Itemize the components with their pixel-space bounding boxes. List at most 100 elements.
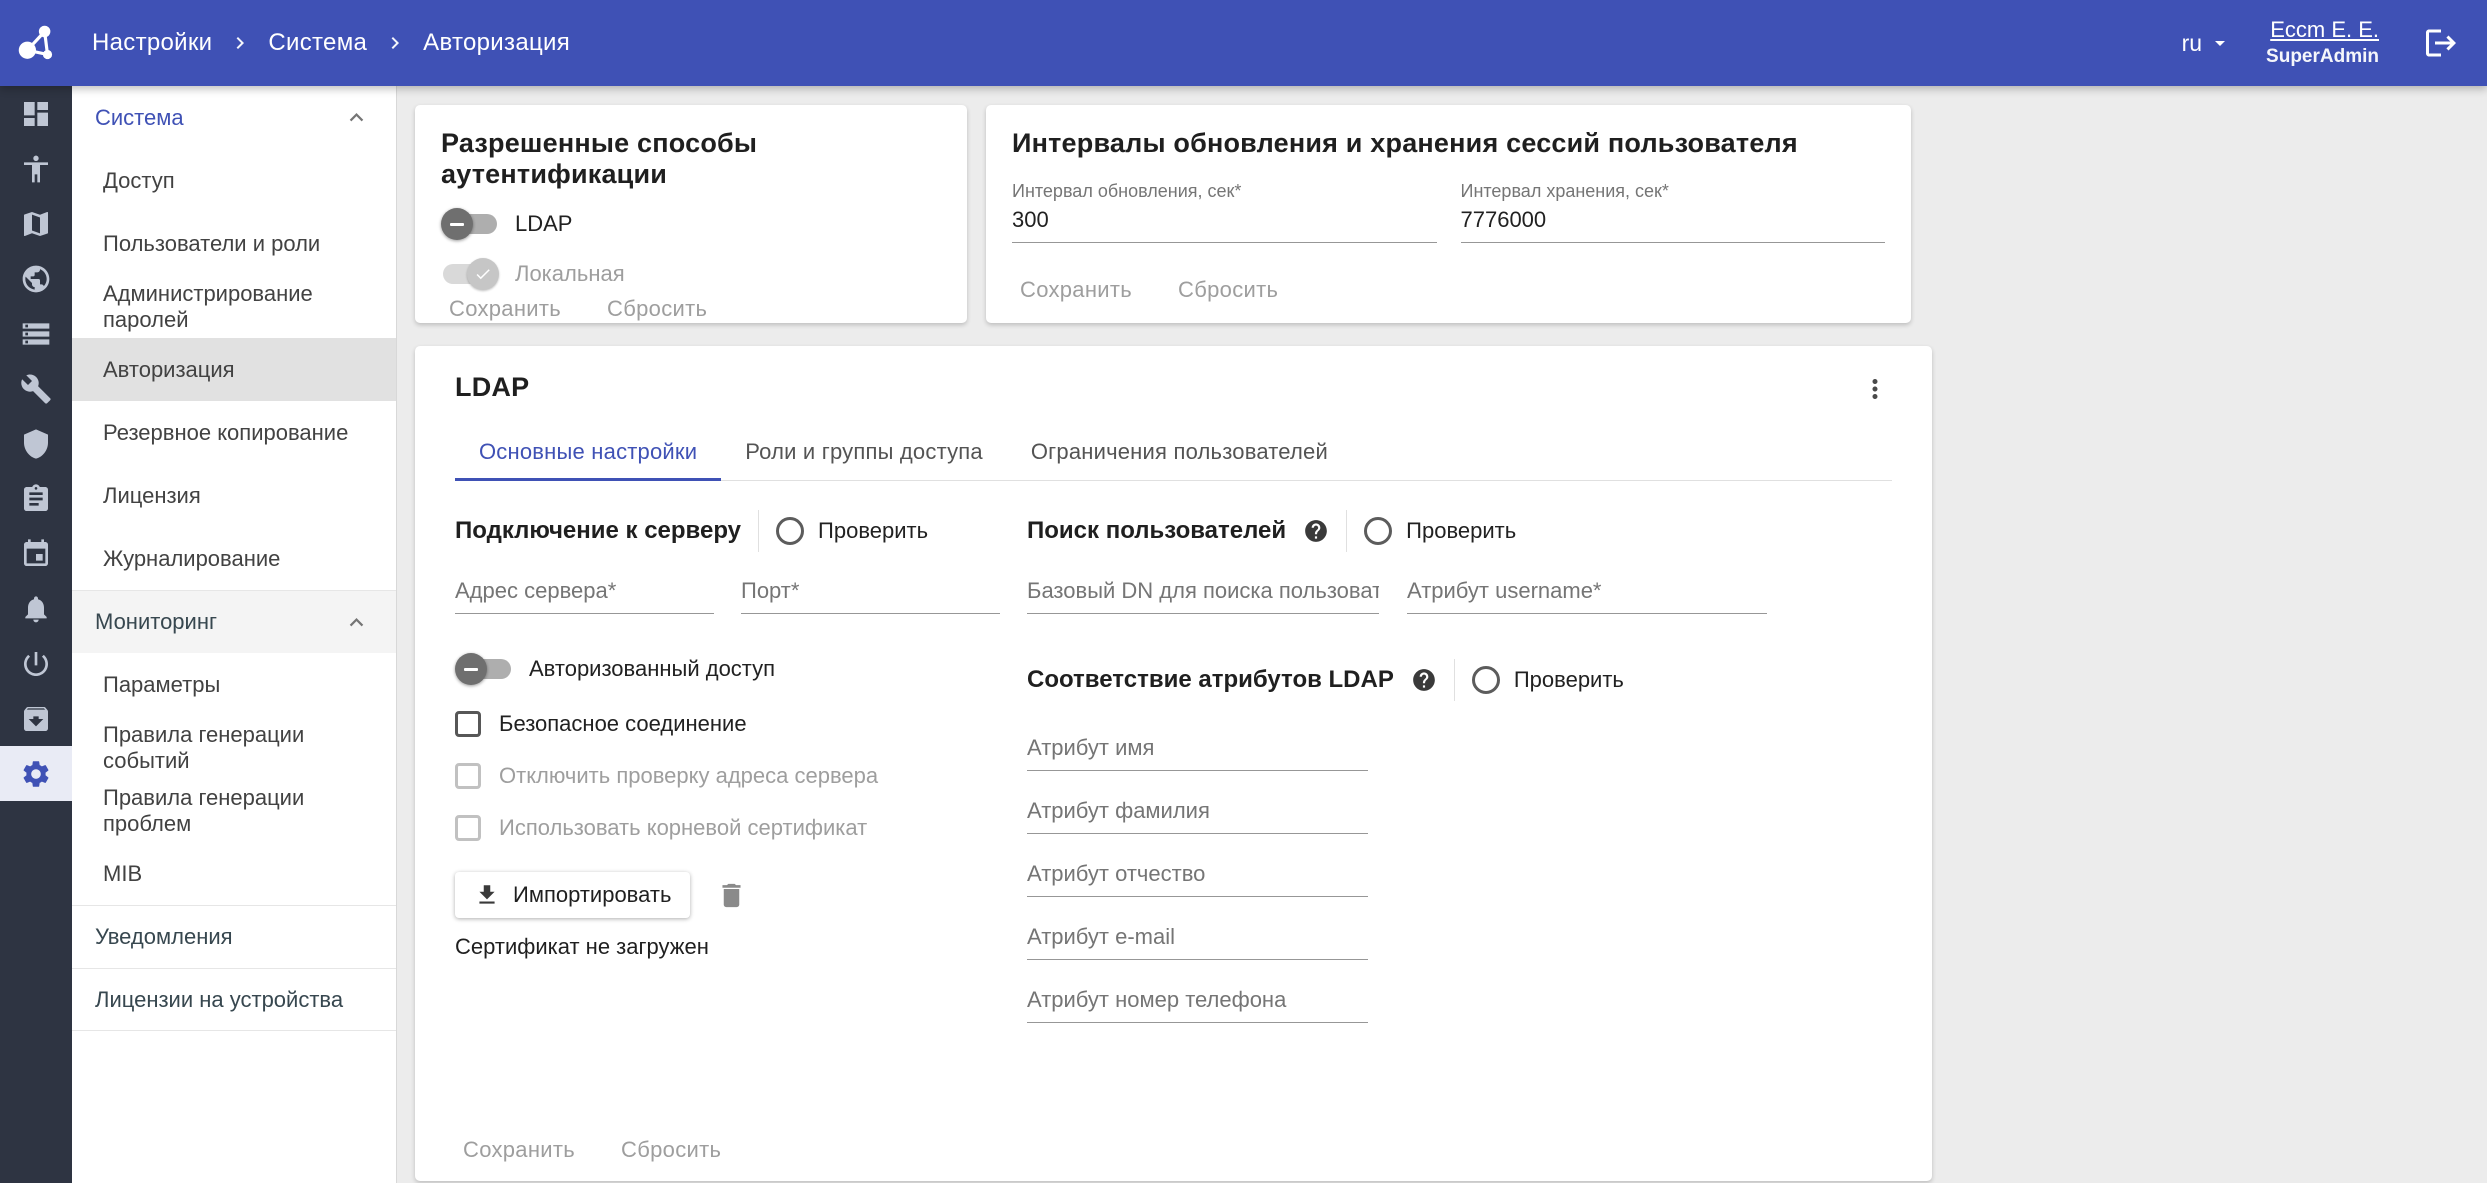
refresh-interval-input[interactable]: [1012, 202, 1437, 243]
help-icon: [1303, 518, 1329, 544]
rail-item-scheduler[interactable]: [0, 526, 72, 581]
secure-connection-label: Безопасное соединение: [499, 711, 747, 737]
sidebar-item-authorization[interactable]: Авторизация: [72, 338, 396, 401]
sidebar-item-problem-rules[interactable]: Правила генерации проблем: [72, 779, 396, 842]
calendar-icon: [20, 538, 52, 570]
auth-reset-button[interactable]: Сбросить: [607, 296, 707, 322]
dashboard-icon: [20, 98, 52, 130]
search-fields: [1027, 573, 1892, 614]
sessions-reset-button[interactable]: Сбросить: [1178, 277, 1278, 303]
sidebar-item-label: Лицензия: [103, 483, 201, 509]
storage-interval-input[interactable]: [1461, 202, 1886, 243]
tab-roles-groups[interactable]: Роли и группы доступа: [721, 422, 1007, 481]
rail-item-map[interactable]: [0, 196, 72, 251]
section-system-label: Система: [95, 105, 184, 131]
import-certificate-button[interactable]: Импортировать: [455, 872, 690, 918]
chevron-up-icon: [343, 609, 370, 636]
rail-item-security[interactable]: [0, 416, 72, 471]
sidebar-item-label: Доступ: [103, 168, 175, 194]
top-bar: Настройки Система Авторизация ru Eccm E.…: [0, 0, 2487, 86]
sessions-title: Интервалы обновления и хранения сессий п…: [1012, 128, 1885, 159]
storage-interval-label: Интервал хранения, сек*: [1461, 181, 1886, 202]
bell-icon: [20, 593, 52, 625]
sidebar-item-event-rules[interactable]: Правила генерации событий: [72, 716, 396, 779]
language-code: ru: [2182, 30, 2202, 57]
sidebar-item-password-admin[interactable]: Администрирование паролей: [72, 275, 396, 338]
logout-button[interactable]: [2423, 25, 2459, 61]
first-name-attribute-input[interactable]: [1027, 730, 1368, 771]
last-name-attribute-input[interactable]: [1027, 793, 1368, 834]
ldap-toggle[interactable]: [441, 208, 499, 240]
check-connection-radio[interactable]: Проверить: [776, 517, 928, 545]
ldap-reset-button[interactable]: Сбросить: [621, 1137, 721, 1163]
sidebar-item-label: Правила генерации событий: [103, 722, 396, 774]
user-search-help-button[interactable]: [1303, 518, 1329, 544]
attribute-mapping-help-button[interactable]: [1411, 667, 1437, 693]
rail-item-servers[interactable]: [0, 306, 72, 361]
sidebar-menu: Система Доступ Пользователи и роли Админ…: [72, 86, 397, 1183]
base-dn-input[interactable]: [1027, 573, 1379, 614]
sidebar-item-logging[interactable]: Журналирование: [72, 527, 396, 590]
settings-gear-icon: [20, 758, 52, 790]
app-logo[interactable]: [0, 20, 72, 66]
person-icon: [20, 153, 52, 185]
rail-item-tasks[interactable]: [0, 471, 72, 526]
user-menu[interactable]: Eccm E. E. SuperAdmin: [2266, 16, 2379, 69]
auth-access-toggle[interactable]: [455, 653, 513, 685]
email-attribute-input[interactable]: [1027, 919, 1368, 960]
sidebar-section-system[interactable]: Система: [72, 86, 396, 149]
sidebar-item-access[interactable]: Доступ: [72, 149, 396, 212]
breadcrumb-settings[interactable]: Настройки: [92, 29, 212, 57]
sidebar-section-device-licenses[interactable]: Лицензии на устройства: [72, 968, 396, 1031]
rail-item-tools[interactable]: [0, 361, 72, 416]
sidebar-item-users-roles[interactable]: Пользователи и роли: [72, 212, 396, 275]
check-mapping-radio[interactable]: Проверить: [1472, 666, 1624, 694]
toggle-thumb: [441, 208, 473, 240]
sidebar-section-notifications[interactable]: Уведомления: [72, 905, 396, 968]
attribute-mapping-title: Соответствие атрибутов LDAP: [1027, 666, 1394, 694]
delete-certificate-button[interactable]: [716, 880, 747, 911]
check-search-radio[interactable]: Проверить: [1364, 517, 1516, 545]
phone-attribute-input[interactable]: [1027, 982, 1368, 1023]
map-icon: [20, 208, 52, 240]
secure-connection-checkbox[interactable]: Безопасное соединение: [455, 710, 1027, 738]
rail-item-archive[interactable]: [0, 691, 72, 746]
port-input[interactable]: [741, 573, 1000, 614]
archive-box-icon: [20, 703, 52, 735]
sidebar-section-monitoring[interactable]: Мониторинг: [72, 590, 396, 653]
ldap-more-options-button[interactable]: [1858, 372, 1892, 406]
check-connection-label: Проверить: [818, 518, 928, 544]
sidebar-item-backup[interactable]: Резервное копирование: [72, 401, 396, 464]
rail-item-globe[interactable]: [0, 251, 72, 306]
sidebar-item-parameters[interactable]: Параметры: [72, 653, 396, 716]
ldap-save-button[interactable]: Сохранить: [463, 1137, 575, 1163]
rail-item-person[interactable]: [0, 141, 72, 196]
username-attribute-input[interactable]: [1407, 573, 1767, 614]
auth-save-button[interactable]: Сохранить: [449, 296, 561, 322]
power-icon: [20, 648, 52, 680]
server-address-input[interactable]: [455, 573, 714, 614]
user-name-link[interactable]: Eccm E. E.: [2270, 16, 2379, 45]
rail-item-power[interactable]: [0, 636, 72, 691]
vertical-divider: [1346, 510, 1347, 552]
trash-icon: [716, 880, 747, 911]
tab-user-restrictions[interactable]: Ограничения пользователей: [1007, 422, 1352, 481]
refresh-interval-label: Интервал обновления, сек*: [1012, 181, 1437, 202]
language-selector[interactable]: ru: [2182, 30, 2232, 57]
middle-name-attribute-input[interactable]: [1027, 856, 1368, 897]
sessions-save-button[interactable]: Сохранить: [1020, 277, 1132, 303]
connection-title: Подключение к серверу: [455, 517, 741, 545]
user-search-title: Поиск пользователей: [1027, 517, 1286, 545]
rail-item-settings[interactable]: [0, 746, 72, 801]
rail-item-dashboard[interactable]: [0, 86, 72, 141]
rail-item-notifications[interactable]: [0, 581, 72, 636]
breadcrumb-authorization[interactable]: Авторизация: [423, 29, 570, 57]
auth-methods-card: Разрешенные способы аутентификации LDAP …: [415, 105, 967, 323]
help-icon: [1411, 667, 1437, 693]
sidebar-item-label: MIB: [103, 861, 142, 887]
tab-basic-settings[interactable]: Основные настройки: [455, 422, 721, 481]
sidebar-item-mib[interactable]: MIB: [72, 842, 396, 905]
sidebar-item-license[interactable]: Лицензия: [72, 464, 396, 527]
sidebar-item-label: Резервное копирование: [103, 420, 348, 446]
breadcrumb-system[interactable]: Система: [268, 29, 367, 57]
